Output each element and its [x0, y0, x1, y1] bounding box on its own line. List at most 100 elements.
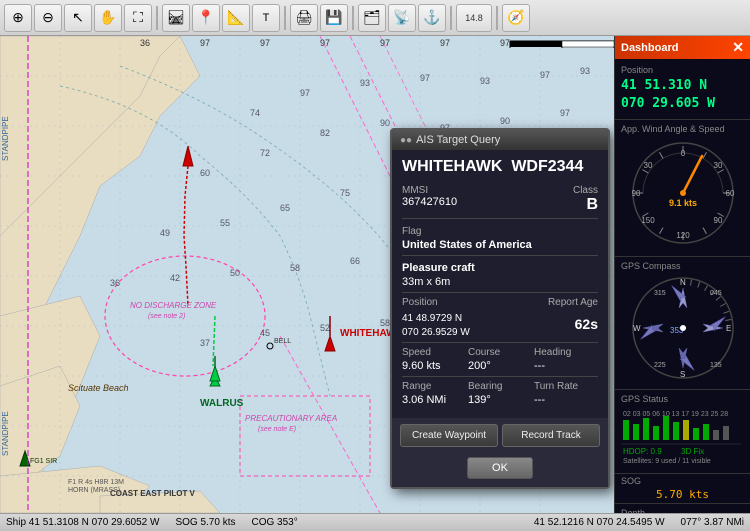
dashboard: Dashboard ✕ Position 41 51.310 N 070 29.… [614, 36, 750, 531]
scale-display: 14.8 [456, 4, 492, 32]
wind-widget: App. Wind Angle & Speed [615, 120, 750, 257]
pan-button[interactable]: ✋ [94, 4, 122, 32]
svg-text:Scituate Beach: Scituate Beach [68, 383, 129, 393]
svg-text:BELL: BELL [274, 338, 291, 345]
svg-text:90: 90 [631, 189, 640, 198]
measure-button[interactable]: 📐 [222, 4, 250, 32]
compass-rose: N S W E 315 045 225 [621, 273, 744, 383]
ais-dialog-title: ●● AIS Target Query [392, 130, 608, 150]
sep4 [450, 6, 452, 30]
ais-dialog-content: WHITEHAWK WDF2344 MMSI 367427610 Class B… [392, 150, 608, 418]
toolbar: ⊕ ⊖ ↖ ✋ ⛶ 🛤 📍 📐 T 🖨 💾 🗂 📡 ⚓ 14.8 🧭 [0, 0, 750, 36]
svg-text:FG1 SIR: FG1 SIR [30, 458, 57, 465]
position-lon: 070 29.605 W [621, 95, 744, 113]
statusbar: Ship 41 51.3108 N 070 29.6052 W SOG 5.70… [0, 513, 750, 531]
svg-text:315: 315 [654, 290, 666, 297]
svg-text:58: 58 [290, 263, 300, 273]
svg-text:49: 49 [160, 228, 170, 238]
svg-text:9.1 kts: 9.1 kts [668, 198, 696, 208]
svg-text:97: 97 [540, 70, 550, 80]
svg-text:97: 97 [200, 38, 210, 48]
gps-status-widget: GPS Status 02 03 05 06 10 13 17 19 23 25… [615, 390, 750, 474]
svg-text:PRECAUTIONARY AREA: PRECAUTIONARY AREA [245, 414, 337, 423]
svg-text:36: 36 [140, 38, 150, 48]
ais-dialog-buttons: Create Waypoint Record Track [392, 418, 608, 453]
speed-section: Speed Course Heading 9.60 kts 200° --- [402, 342, 598, 372]
waypoint-button[interactable]: 📍 [192, 4, 220, 32]
svg-text:0: 0 [680, 149, 685, 158]
ship-position: Ship 41 51.3108 N 070 29.6052 W [6, 517, 159, 528]
svg-text:97: 97 [500, 38, 510, 48]
ok-button[interactable]: OK [467, 457, 533, 479]
svg-text:45: 45 [260, 328, 270, 338]
zoom-rect-button[interactable]: ⛶ [124, 4, 152, 32]
svg-text:150: 150 [641, 216, 655, 225]
svg-text:N: N [680, 278, 686, 287]
create-waypoint-button[interactable]: Create Waypoint [400, 424, 498, 447]
chart-area[interactable]: 74 97 93 97 93 97 93 60 72 82 90 97 90 9… [0, 36, 614, 531]
svg-text:120: 120 [676, 231, 690, 240]
svg-text:STANDPIPE: STANDPIPE [1, 411, 10, 456]
svg-text:93: 93 [360, 78, 370, 88]
sog-widget: SOG 5.70 kts [615, 474, 750, 504]
svg-text:60: 60 [725, 189, 734, 198]
wind-gauge: 0 30 60 90 120 150 90 30 9.1 kts [621, 138, 744, 248]
svg-text:36: 36 [110, 278, 120, 288]
zoom-in-button[interactable]: ⊕ [4, 4, 32, 32]
ais-dialog-title-text: AIS Target Query [416, 134, 500, 146]
svg-text:WALRUS: WALRUS [200, 398, 244, 409]
anchor-button[interactable]: ⚓ [418, 4, 446, 32]
svg-text:74: 74 [250, 108, 260, 118]
svg-text:97: 97 [420, 73, 430, 83]
svg-text:E: E [726, 324, 731, 333]
compass-label: GPS Compass [621, 261, 744, 271]
svg-text:135: 135 [710, 362, 722, 369]
mmsi-row: MMSI 367427610 Class B [402, 184, 598, 214]
main-area: 74 97 93 97 93 97 93 60 72 82 90 97 90 9… [0, 36, 750, 531]
svg-text:93: 93 [580, 66, 590, 76]
pointer-button[interactable]: ↖ [64, 4, 92, 32]
flag-section: Flag United States of America [402, 218, 598, 251]
text-button[interactable]: T [252, 4, 280, 32]
svg-text:97: 97 [260, 38, 270, 48]
svg-text:W: W [633, 324, 641, 333]
svg-text:30: 30 [713, 161, 722, 170]
sep3 [352, 6, 354, 30]
svg-text:045: 045 [710, 290, 722, 297]
gps-status-label: GPS Status [621, 394, 744, 404]
cog-status: COG 353° [251, 517, 297, 528]
svg-text:82: 82 [320, 128, 330, 138]
svg-text:(see note E): (see note E) [258, 426, 296, 433]
sep2 [284, 6, 286, 30]
dashboard-title: Dashboard ✕ [615, 36, 750, 59]
svg-text:30: 30 [643, 161, 652, 170]
svg-text:60: 60 [200, 168, 210, 178]
svg-text:Satellites: 9 used / 11 visibl: Satellites: 9 used / 11 visible [623, 458, 711, 465]
dashboard-close-button[interactable]: ✕ [732, 39, 744, 56]
record-track-button[interactable]: Record Track [502, 424, 600, 447]
compass-widget: GPS Compass N S [615, 257, 750, 390]
svg-text:STANDPIPE: STANDPIPE [1, 116, 10, 161]
svg-text:90: 90 [713, 216, 722, 225]
svg-text:50: 50 [230, 268, 240, 278]
route-button[interactable]: 🛤 [162, 4, 190, 32]
svg-text:02 03 05 06 10 13 17 19 23 25: 02 03 05 06 10 13 17 19 23 25 28 [623, 411, 728, 418]
sog-label: SOG [621, 476, 744, 486]
position-section: Position Report Age 41 48.9729 N 070 26.… [402, 292, 598, 338]
print-button[interactable]: 🖨 [290, 4, 318, 32]
range-section: Range Bearing Turn Rate 3.06 NMi 139° --… [402, 376, 598, 406]
ais-button[interactable]: 📡 [388, 4, 416, 32]
svg-text:HDOP: 0.9: HDOP: 0.9 [623, 447, 662, 456]
svg-text:52: 52 [320, 323, 330, 333]
svg-text:S: S [680, 370, 685, 379]
svg-text:225: 225 [654, 362, 666, 369]
vessel-name: WHITEHAWK WDF2344 [402, 158, 598, 176]
zoom-out-button[interactable]: ⊖ [34, 4, 62, 32]
save-button[interactable]: 💾 [320, 4, 348, 32]
svg-text:55: 55 [220, 218, 230, 228]
svg-text:90: 90 [500, 116, 510, 126]
svg-text:97: 97 [320, 38, 330, 48]
dashboard-title-text: Dashboard [621, 42, 678, 54]
layers-button[interactable]: 🗂 [358, 4, 386, 32]
compass-button[interactable]: 🧭 [502, 4, 530, 32]
